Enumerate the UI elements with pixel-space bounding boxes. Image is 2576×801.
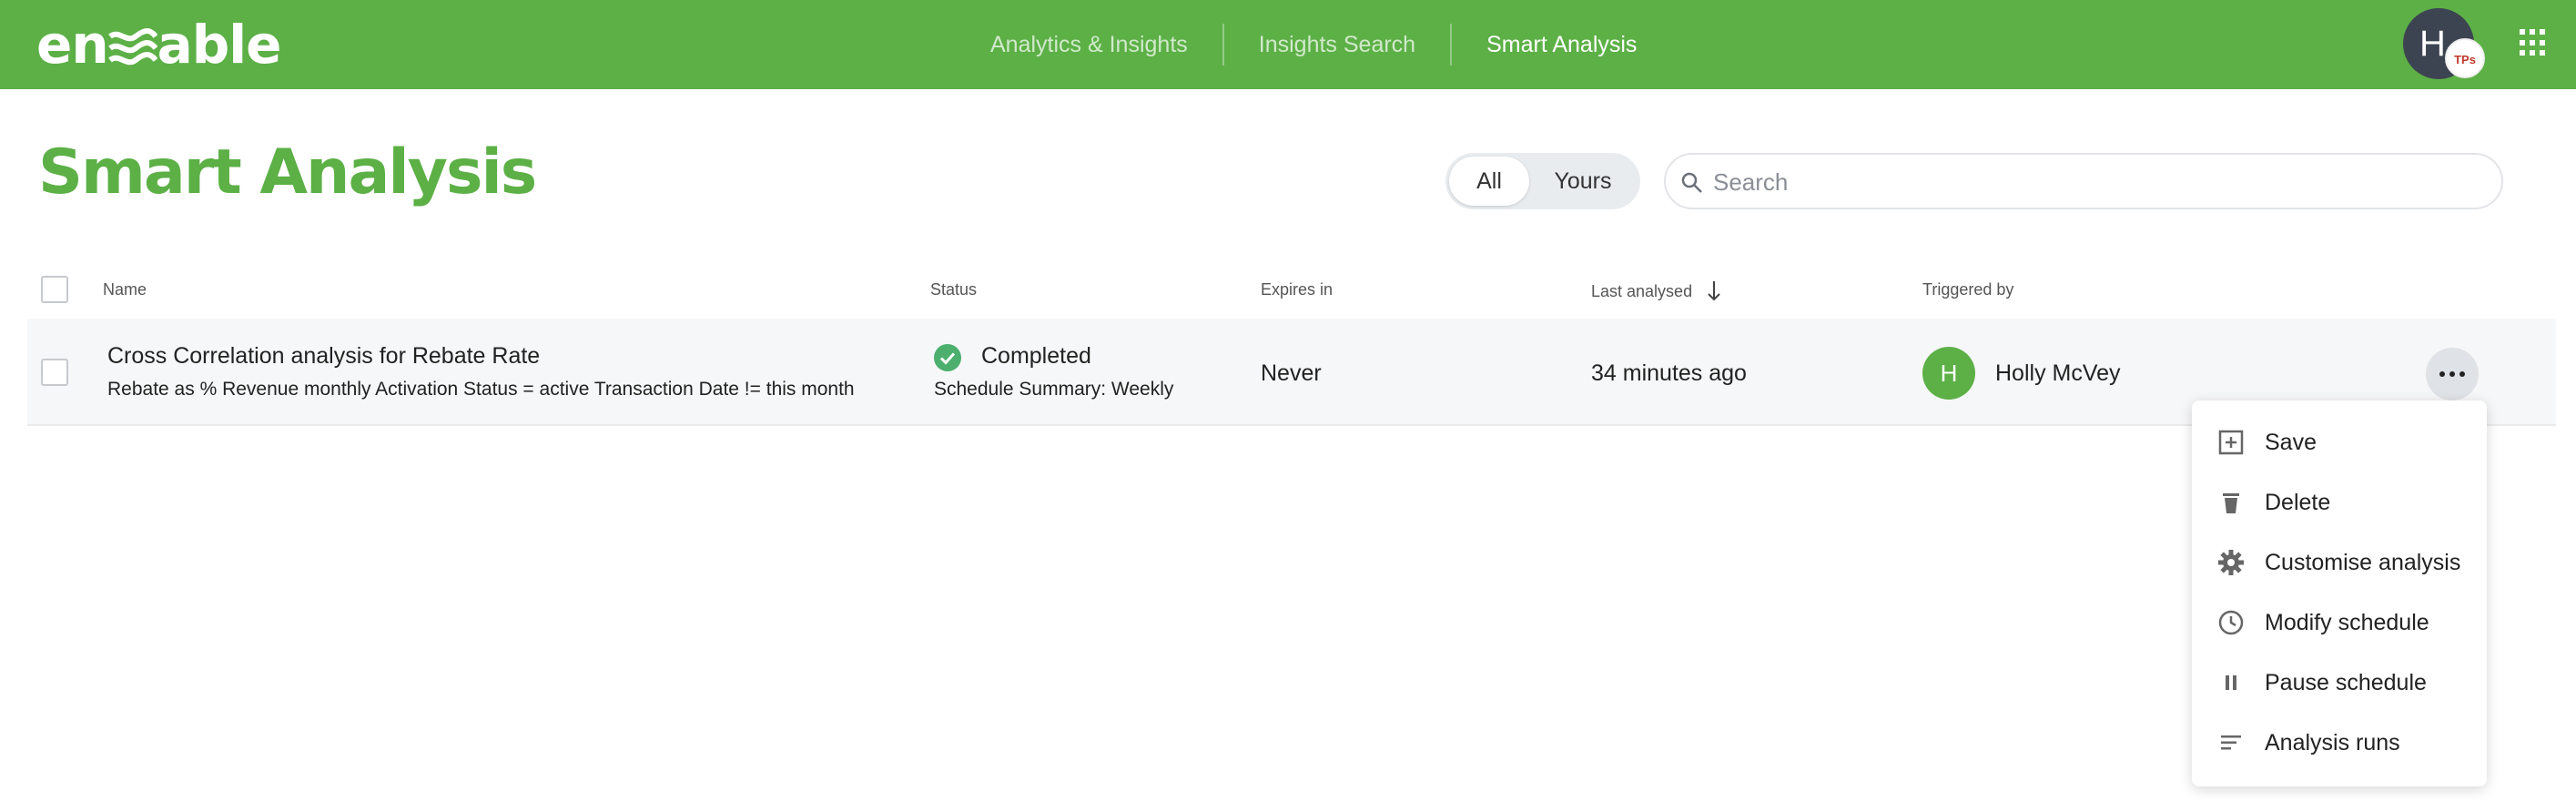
menu-item-delete[interactable]: Delete xyxy=(2192,475,2487,530)
more-dot-icon xyxy=(2459,371,2465,377)
nav-analytics-insights[interactable]: Analytics & Insights xyxy=(956,24,1222,66)
menu-item-pause-schedule[interactable]: Pause schedule xyxy=(2192,655,2487,710)
page-title: Smart Analysis xyxy=(38,137,537,208)
column-header-expires[interactable]: Expires in xyxy=(1261,280,1333,299)
menu-item-label: Analysis runs xyxy=(2265,730,2400,755)
add-box-icon xyxy=(2218,430,2244,455)
more-dot-icon xyxy=(2449,371,2455,377)
logo-wave-icon xyxy=(107,27,157,66)
lines-icon xyxy=(2221,735,2241,750)
column-header-triggered-by[interactable]: Triggered by xyxy=(1922,280,2013,299)
search-box xyxy=(1664,153,2503,209)
column-header-last-analysed-label: Last analysed xyxy=(1591,282,1693,300)
nav-insights-search[interactable]: Insights Search xyxy=(1224,24,1450,66)
menu-item-label: Delete xyxy=(2265,490,2331,515)
ownership-filter-toggle: All Yours xyxy=(1445,153,1640,209)
clock-icon xyxy=(2218,610,2244,635)
triggered-by-name: Holly McVey xyxy=(1995,360,2121,386)
sort-descending-icon xyxy=(1708,281,1720,301)
enable-logo[interactable]: en able xyxy=(36,13,282,76)
column-header-name[interactable]: Name xyxy=(103,280,147,299)
user-org-badge: TPs xyxy=(2445,38,2485,78)
select-all-checkbox[interactable] xyxy=(41,276,68,303)
menu-item-save[interactable]: Save xyxy=(2192,415,2487,470)
last-analysed-value: 34 minutes ago xyxy=(1591,360,1747,386)
column-header-last-analysed[interactable]: Last analysed xyxy=(1591,280,1722,302)
analysis-name[interactable]: Cross Correlation analysis for Rebate Ra… xyxy=(107,343,540,370)
search-input[interactable] xyxy=(1713,164,2478,200)
more-dot-icon xyxy=(2439,371,2445,377)
expires-value: Never xyxy=(1261,360,1322,386)
menu-item-label: Modify schedule xyxy=(2265,610,2429,635)
row-checkbox[interactable] xyxy=(41,359,68,386)
gear-icon xyxy=(2218,550,2244,575)
nav-smart-analysis[interactable]: Smart Analysis xyxy=(1452,24,1671,66)
menu-item-label: Save xyxy=(2265,430,2317,455)
search-icon xyxy=(1681,172,1702,193)
row-actions-menu: Save Delete Customise analysis Modify sc… xyxy=(2192,400,2487,786)
column-header-status[interactable]: Status xyxy=(930,280,977,299)
status-text: Completed xyxy=(981,343,1091,369)
check-circle-icon xyxy=(934,344,961,371)
row-actions-button[interactable] xyxy=(2426,348,2479,400)
schedule-summary: Schedule Summary: Weekly xyxy=(934,379,1174,400)
menu-item-analysis-runs[interactable]: Analysis runs xyxy=(2192,715,2487,770)
filter-all-button[interactable]: All xyxy=(1449,157,1529,206)
trash-icon xyxy=(2223,493,2239,513)
menu-item-modify-schedule[interactable]: Modify schedule xyxy=(2192,595,2487,650)
menu-item-label: Pause schedule xyxy=(2265,670,2427,695)
filter-yours-button[interactable]: Yours xyxy=(1529,157,1637,206)
analysis-description: Rebate as % Revenue monthly Activation S… xyxy=(107,379,855,400)
pause-icon xyxy=(2226,675,2236,690)
apps-grid-icon[interactable] xyxy=(2520,29,2547,56)
top-bar: en able Analytics & Insights Insights Sea… xyxy=(0,0,2576,89)
triggered-by-avatar: H xyxy=(1922,347,1975,400)
main-nav: Analytics & Insights Insights Search Sma… xyxy=(956,0,1671,89)
menu-item-label: Customise analysis xyxy=(2265,550,2461,575)
menu-item-customise-analysis[interactable]: Customise analysis xyxy=(2192,535,2487,590)
